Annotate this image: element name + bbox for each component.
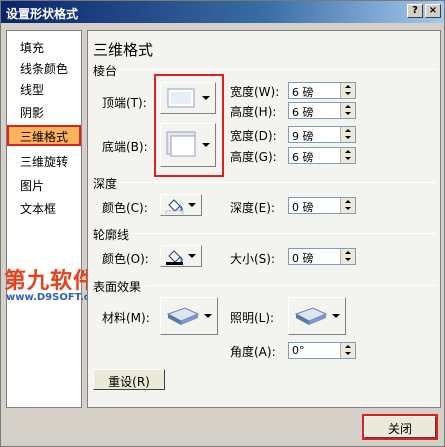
spinner-buttons[interactable] (340, 343, 355, 358)
sidebar-item-picture[interactable]: 图片 (7, 174, 81, 195)
highlight-box-bevel (154, 74, 224, 177)
title-bar: 设置形状格式 ? × (1, 1, 444, 23)
spinner-buttons[interactable] (340, 83, 355, 98)
bevel-bottom-label: 底端(B): (102, 140, 148, 154)
depth-separator (118, 182, 436, 183)
close-window-button[interactable]: × (425, 4, 441, 18)
bottom-height-label: 高度(G): (230, 150, 277, 164)
spinner-buttons[interactable] (340, 249, 355, 264)
depth-color-picker[interactable] (160, 194, 202, 216)
sidebar-item-shadow[interactable]: 阴影 (7, 101, 81, 122)
depth-color-label: 颜色(C): (102, 201, 148, 215)
bottom-width-label: 宽度(D): (230, 129, 277, 143)
sidebar-item-line-color[interactable]: 线条颜色 (7, 57, 81, 78)
depth-section-label: 深度 (93, 177, 118, 191)
contour-size-label: 大小(S): (230, 252, 276, 266)
lighting-preview-icon (294, 307, 328, 325)
top-height-label: 高度(H): (230, 105, 277, 119)
contour-separator (132, 233, 436, 234)
angle-label: 角度(A): (230, 345, 276, 359)
contour-color-picker[interactable] (160, 245, 202, 267)
chevron-down-icon (188, 254, 196, 258)
spinner-buttons[interactable] (340, 127, 355, 142)
sidebar-item-3d-rotation[interactable]: 三维旋转 (7, 150, 81, 171)
contour-color-label: 颜色(O): (102, 252, 149, 266)
chevron-down-icon (332, 314, 340, 318)
bevel-top-label: 顶端(T): (102, 96, 147, 110)
bottom-width-spinner[interactable]: 9 磅 (288, 126, 356, 143)
sidebar-item-fill[interactable]: 填充 (7, 36, 81, 57)
spinner-buttons[interactable] (340, 148, 355, 163)
category-list: 填充 线条颜色 线型 阴影 三维格式 三维旋转 图片 文本框 (6, 30, 82, 408)
lighting-dropdown[interactable] (288, 297, 346, 335)
format-shape-dialog: 设置形状格式 ? × 填充 线条颜色 线型 阴影 三维格式 三维旋转 图片 文本… (0, 0, 445, 447)
paint-bucket-icon (165, 199, 184, 214)
angle-value: 0° (292, 344, 305, 357)
top-height-value: 6 磅 (292, 106, 314, 119)
sidebar-item-line-style[interactable]: 线型 (7, 78, 81, 99)
reset-button[interactable]: 重设(R) (93, 369, 165, 390)
lighting-label: 照明(L): (230, 311, 275, 325)
top-width-label: 宽度(W): (230, 85, 280, 99)
paint-bucket-icon (166, 250, 183, 265)
sidebar-item-3d-format[interactable]: 三维格式 (7, 125, 81, 146)
chevron-down-icon (204, 314, 212, 318)
contour-section-label: 轮廓线 (93, 228, 130, 242)
depth-label: 深度(E): (230, 201, 275, 215)
bottom-width-value: 9 磅 (292, 130, 314, 143)
3d-format-panel: 三维格式 棱台 顶端(T): 底端(B): 宽度(W): 6 磅 高度(H): (87, 30, 441, 408)
top-width-spinner[interactable]: 6 磅 (288, 82, 356, 99)
top-height-spinner[interactable]: 6 磅 (288, 102, 356, 119)
contour-size-value: 0 磅 (292, 252, 314, 265)
bottom-height-value: 6 磅 (292, 151, 314, 164)
surface-section-label: 表面效果 (93, 280, 142, 294)
chevron-down-icon (188, 203, 196, 207)
surface-separator (146, 285, 436, 286)
sidebar-item-textbox[interactable]: 文本框 (7, 197, 81, 218)
close-button[interactable]: 关闭 (362, 414, 438, 440)
material-dropdown[interactable] (160, 297, 218, 335)
bevel-section-label: 棱台 (93, 64, 118, 78)
spinner-buttons[interactable] (340, 198, 355, 213)
help-button[interactable]: ? (407, 4, 423, 18)
bottom-height-spinner[interactable]: 6 磅 (288, 147, 356, 164)
depth-spinner[interactable]: 0 磅 (288, 197, 356, 214)
window-title: 设置形状格式 (6, 7, 79, 21)
panel-title: 三维格式 (93, 41, 154, 59)
material-label: 材料(M): (102, 311, 150, 325)
angle-spinner[interactable]: 0° (288, 342, 356, 359)
depth-value: 0 磅 (292, 201, 314, 214)
spinner-buttons[interactable] (340, 103, 355, 118)
bevel-separator (118, 69, 436, 70)
top-width-value: 6 磅 (292, 86, 314, 99)
material-preview-icon (166, 307, 200, 325)
contour-size-spinner[interactable]: 0 磅 (288, 248, 356, 265)
